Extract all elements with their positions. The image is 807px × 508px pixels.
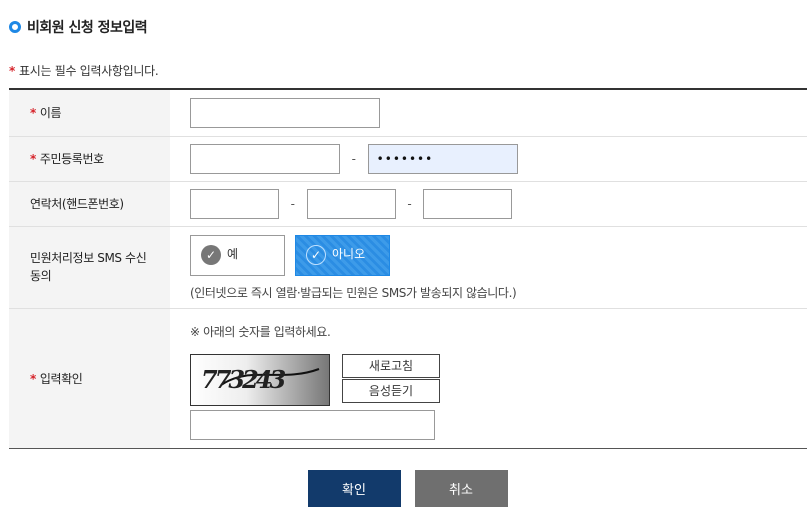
captcha-input[interactable]: [190, 409, 435, 440]
rrn-separator: -: [351, 151, 356, 166]
required-note-text: 표시는 필수 입력사항입니다.: [18, 64, 159, 78]
required-mark-icon: *: [9, 63, 15, 78]
rrn-back-input[interactable]: •••••••: [367, 143, 518, 174]
sms-row: 민원처리정보 SMS 수신동의 ✓ 예 ✓ 아니오 (인터넷으로 즉시 열람·발…: [9, 226, 807, 309]
check-icon: ✓: [201, 245, 221, 265]
name-label: * 이름: [9, 89, 170, 137]
name-row: * 이름: [9, 89, 807, 137]
phone-separator: -: [290, 196, 295, 211]
captcha-row: * 입력확인 ※ 아래의 숫자를 입력하세요. 773243 새로고침 음성듣기: [9, 308, 807, 448]
sms-description: (인터넷으로 즉시 열람·발급되는 민원은 SMS가 발송되지 않습니다.): [190, 286, 517, 300]
section-title-text: 비회원 신청 정보입력: [27, 20, 148, 36]
captcha-instruction: ※ 아래의 숫자를 입력하세요.: [190, 324, 331, 339]
captcha-refresh-button[interactable]: 새로고침: [342, 353, 440, 378]
rrn-front-input[interactable]: [190, 143, 340, 174]
cancel-button[interactable]: 취소: [414, 470, 508, 507]
phone-part3-input[interactable]: [423, 188, 513, 219]
required-mark-icon: *: [30, 371, 36, 386]
check-icon: ✓: [306, 245, 326, 265]
name-input[interactable]: [190, 97, 380, 128]
circle-bullet-icon: [9, 21, 21, 33]
rrn-label: * 주민등록번호: [9, 136, 170, 182]
rrn-row: * 주민등록번호 - •••••••: [9, 136, 807, 182]
required-mark-icon: *: [30, 152, 36, 166]
phone-separator: -: [407, 196, 412, 211]
captcha-digits: 773243: [201, 364, 286, 394]
captcha-audio-button[interactable]: 음성듣기: [342, 378, 440, 403]
required-note: * 표시는 필수 입력사항입니다.: [9, 62, 159, 79]
applicant-form: * 이름 * 주민등록번호 - ••••••• 연락처(핸드폰번호) - - 민원처…: [9, 88, 807, 449]
sms-option-yes[interactable]: ✓ 예: [190, 235, 285, 276]
sms-options: ✓ 예 ✓ 아니오: [190, 235, 807, 276]
confirm-button[interactable]: 확인: [307, 470, 401, 507]
phone-row: 연락처(핸드폰번호) - -: [9, 181, 807, 227]
action-buttons: 확인 취소: [0, 470, 807, 507]
captcha-label: * 입력확인: [9, 308, 170, 448]
section-title: 비회원 신청 정보입력: [9, 17, 148, 37]
phone-part2-input[interactable]: [306, 188, 396, 219]
sms-option-no[interactable]: ✓ 아니오: [295, 235, 390, 276]
sms-label: 민원처리정보 SMS 수신동의: [9, 226, 170, 309]
required-mark-icon: *: [30, 106, 36, 121]
phone-label: 연락처(핸드폰번호): [9, 181, 170, 227]
captcha-image: 773243: [190, 353, 330, 406]
phone-part1-input[interactable]: [190, 188, 279, 219]
